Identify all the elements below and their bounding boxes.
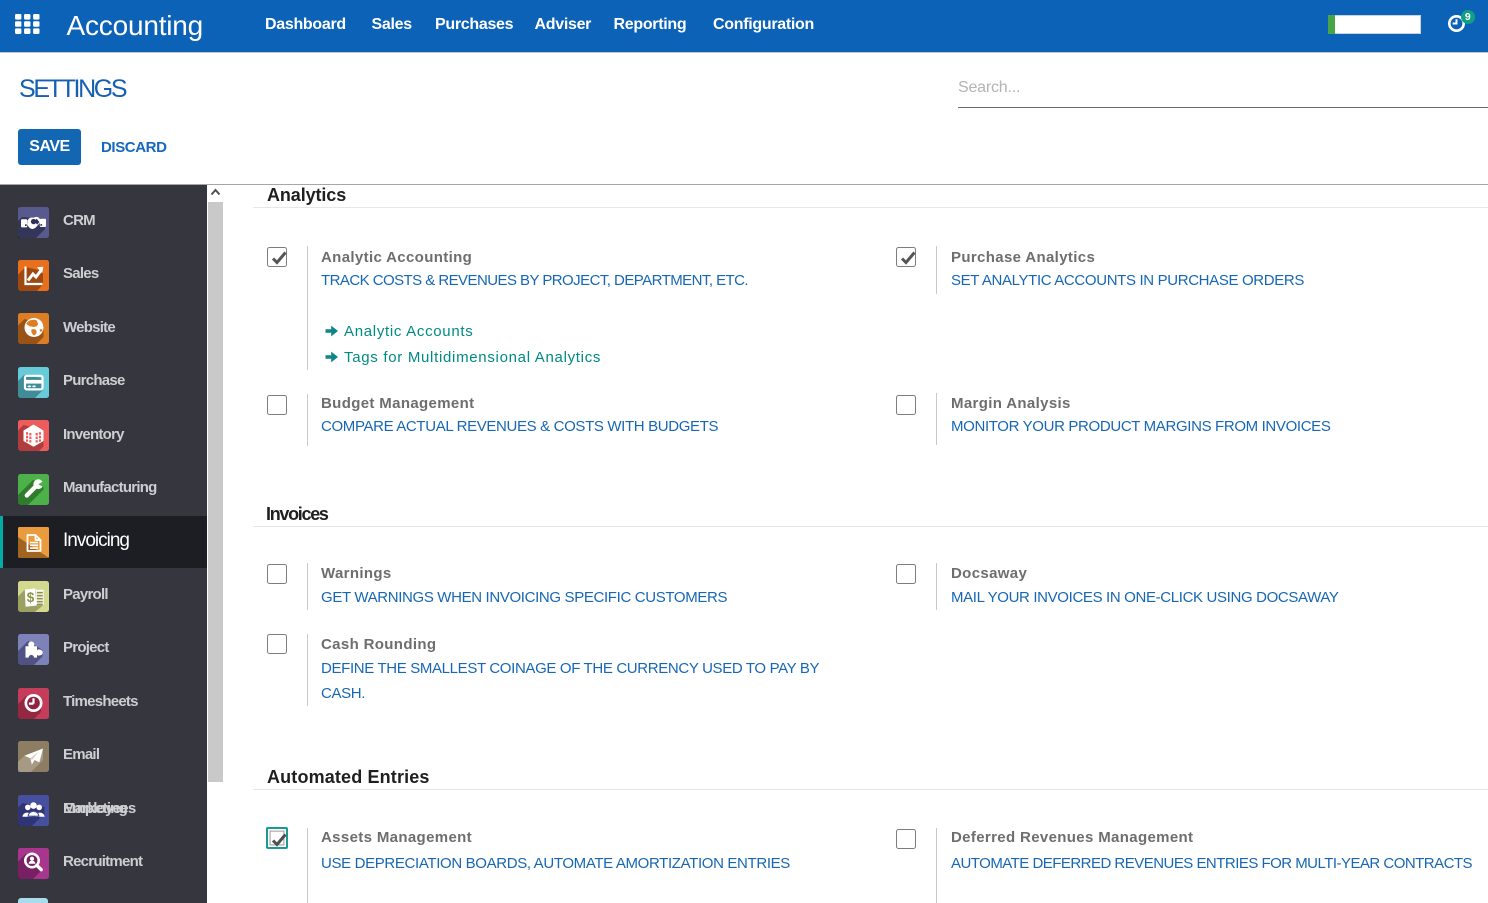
- svg-text:$: $: [27, 590, 35, 605]
